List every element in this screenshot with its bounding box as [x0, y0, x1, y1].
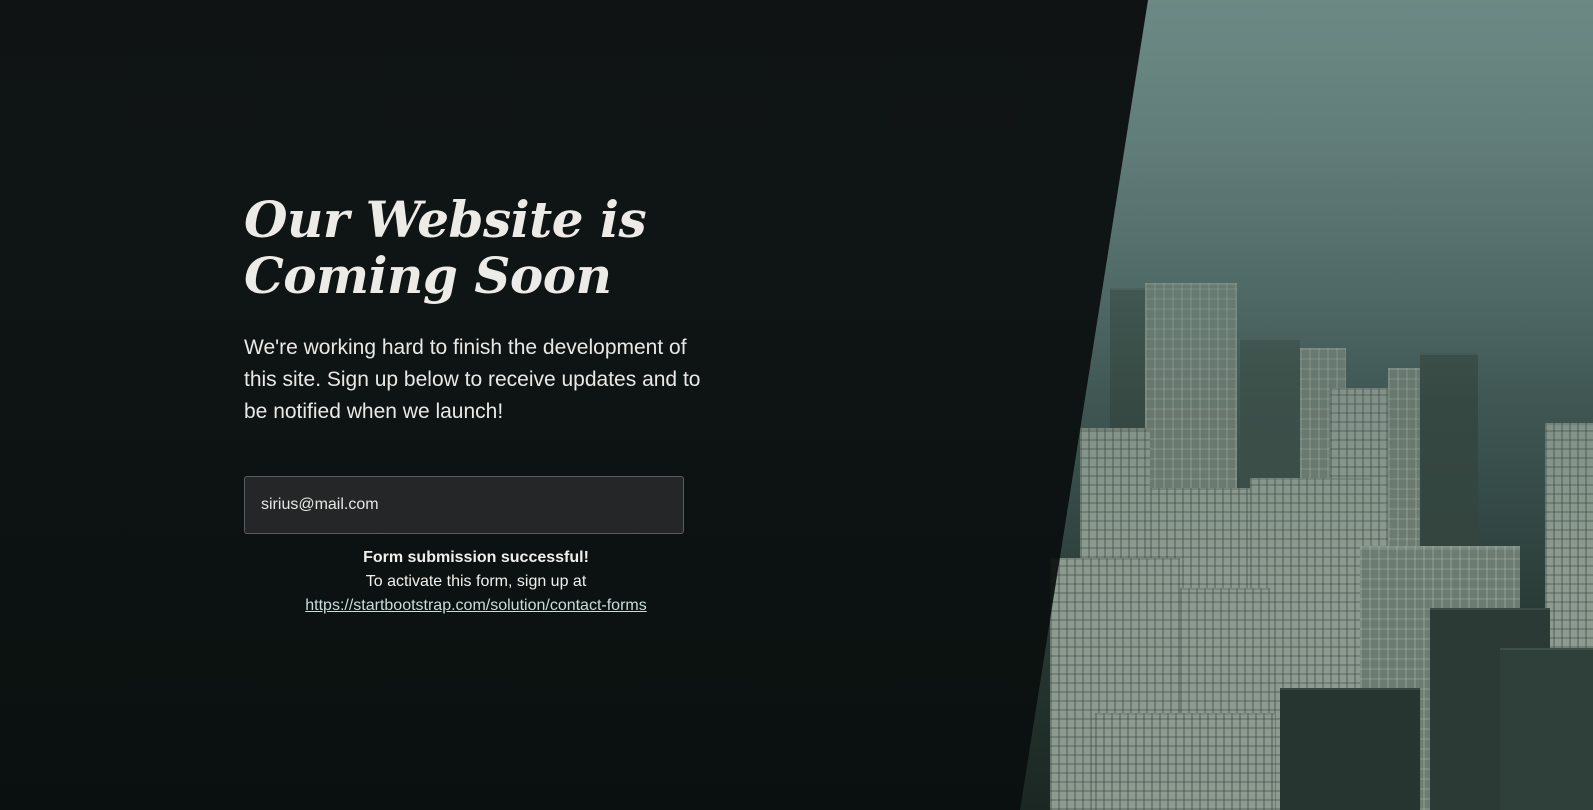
contact-forms-link[interactable]: https://startbootstrap.com/solution/cont… — [244, 594, 708, 618]
success-note: To activate this form, sign up at — [365, 573, 587, 590]
page: Our Website is Coming Soon We're working… — [0, 0, 1593, 810]
email-input[interactable] — [244, 476, 684, 534]
masthead-content: Our Website is Coming Soon We're working… — [244, 192, 714, 618]
submit-success-message: Form submission successful! To activate … — [244, 546, 708, 618]
page-title: Our Website is Coming Soon — [244, 190, 647, 305]
lead-text: We're working hard to finish the develop… — [244, 336, 701, 423]
signup-form: Form submission successful! To activate … — [244, 476, 714, 618]
success-title: Form submission successful! — [363, 549, 589, 566]
